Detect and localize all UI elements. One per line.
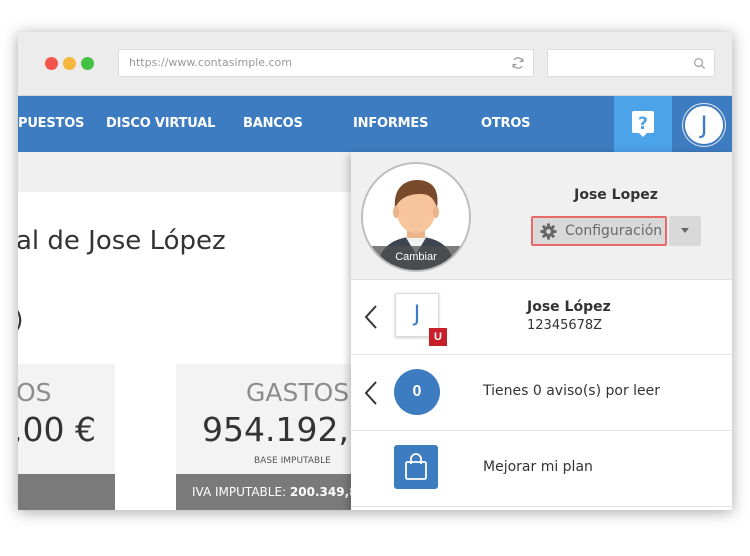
upgrade-plan-text: Mejorar mi plan [483,459,593,475]
gear-icon [540,223,557,240]
browser-window: https://www.contasimple.com PUESTOS DISC… [18,32,732,510]
notifications-row[interactable]: 0 Tienes 0 aviso(s) por leer [351,355,732,431]
iva-value: 200.349,8 [289,485,358,499]
maximize-window-button[interactable] [81,57,94,70]
settings-dropdown-toggle[interactable] [669,216,701,246]
close-window-button[interactable] [45,57,58,70]
address-bar-url: https://www.contasimple.com [129,56,293,69]
browser-toolbar: https://www.contasimple.com [18,32,732,96]
chevron-left-icon[interactable] [363,380,379,406]
iva-label: IVA IMPUTABLE: [192,485,287,499]
income-card: OS ,00 € [18,364,115,510]
reload-icon[interactable] [511,56,525,70]
settings-button[interactable]: Configuración [531,216,667,246]
expenses-card: GASTOS 954.192,5 BASE IMPUTABLE IVA IMPU… [176,364,376,510]
shopping-bag-icon-box [394,445,438,489]
help-button[interactable]: ? [614,96,672,152]
question-icon: ? [632,111,654,137]
profile-name: Jose Lopez [574,187,658,203]
user-type-badge: U [429,328,447,346]
expenses-sub-label: BASE IMPUTABLE [254,456,331,466]
income-label: OS [18,378,52,407]
browser-search-input[interactable] [547,49,715,77]
user-menu-button[interactable]: J [683,104,725,146]
nav-item-disco-virtual[interactable]: DISCO VIRTUAL [106,96,215,152]
company-tax-id: 12345678Z [527,318,603,333]
nav-item-impuestos[interactable]: PUESTOS [18,96,84,152]
expenses-value: 954.192,5 [202,410,370,449]
settings-button-label: Configuración [565,223,663,239]
expenses-label: GASTOS [246,378,350,407]
page-title: al de Jose López [18,226,226,256]
nav-item-bancos[interactable]: BANCOS [243,96,303,152]
page-subtitle: ) [18,306,23,334]
notifications-text: Tienes 0 aviso(s) por leer [483,383,661,399]
nav-item-otros[interactable]: OTROS [481,96,531,152]
upgrade-plan-row[interactable]: Mejorar mi plan [351,431,732,507]
chevron-left-icon[interactable] [363,304,379,330]
nav-item-informes[interactable]: INFORMES [353,96,428,152]
company-row[interactable]: J U Jose López 12345678Z [351,280,732,355]
search-icon [694,58,706,70]
income-value: ,00 € [18,410,96,449]
income-card-footer [18,474,115,510]
minimize-window-button[interactable] [63,57,76,70]
change-photo-button[interactable]: Cambiar [363,246,469,270]
user-dropdown-panel: Cambiar Jose Lopez Configuración J U Jos… [351,152,732,510]
svg-text:?: ? [638,114,648,134]
notification-count-badge: 0 [394,369,440,415]
shopping-bag-icon [405,453,427,480]
main-nav: PUESTOS DISCO VIRTUAL BANCOS INFORMES OT… [18,96,732,152]
avatar[interactable]: Cambiar [361,162,471,272]
expenses-card-footer: IVA IMPUTABLE: 200.349,8 [176,474,376,510]
profile-header: Cambiar Jose Lopez Configuración [351,152,732,280]
caret-down-icon [681,228,689,233]
address-bar[interactable]: https://www.contasimple.com [118,49,534,77]
company-name: Jose López [527,299,611,315]
